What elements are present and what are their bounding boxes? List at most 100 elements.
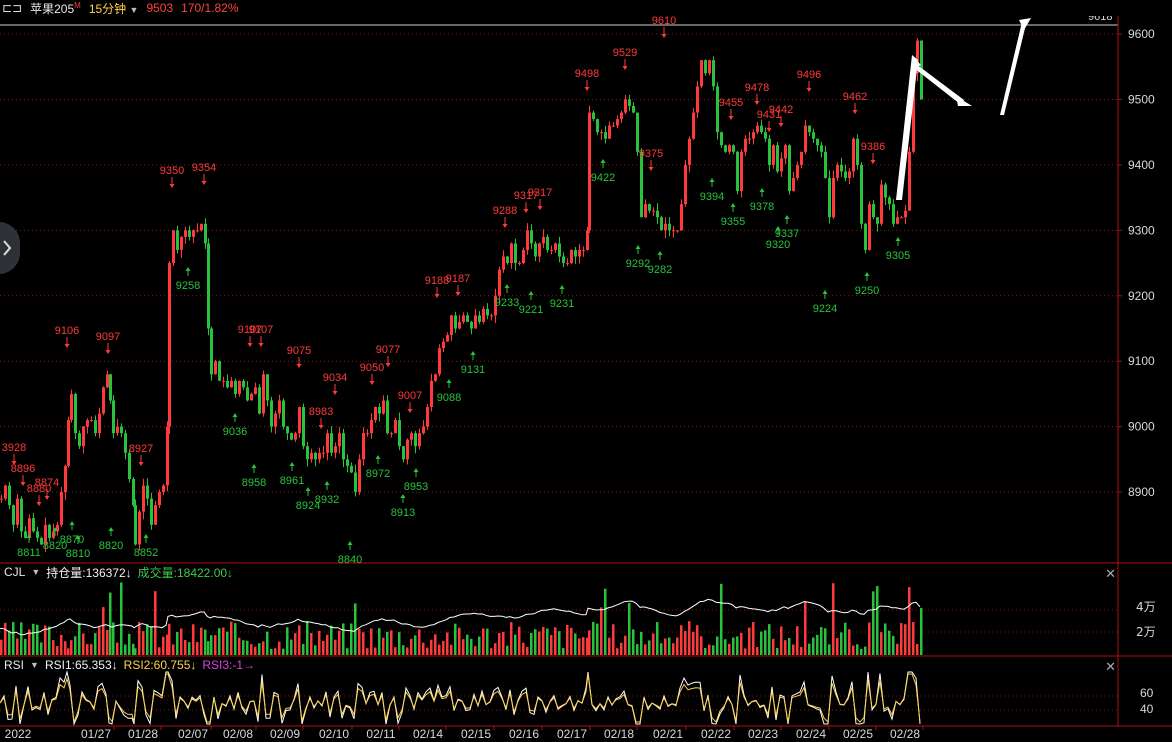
volume-bar [120, 582, 123, 655]
low-marker-arrowhead [784, 215, 790, 219]
volume-bar [680, 625, 683, 655]
volume-bar [310, 633, 313, 655]
chart-canvas: 39288896888088749106 909789279350 93549107… [0, 11, 1172, 741]
candle-body [446, 335, 449, 342]
volume-bar [226, 631, 229, 655]
candle-body [732, 145, 735, 152]
candle-body [306, 446, 309, 460]
candle-body [102, 387, 105, 414]
candle-body [502, 256, 505, 270]
volume-bar [712, 645, 715, 655]
caret-down-icon[interactable]: ▼ [30, 660, 39, 670]
candle-body [550, 249, 553, 251]
volume-bar [184, 639, 187, 655]
volume-bar [752, 622, 755, 655]
candle-body [109, 374, 112, 401]
volume-bar [628, 603, 631, 655]
candle-body [736, 151, 739, 192]
low-marker-label: 9221 [519, 304, 543, 316]
candle-body [36, 531, 39, 538]
candle-body [270, 400, 273, 427]
volume-bar [692, 631, 695, 655]
volume-bar [44, 625, 47, 655]
volume-bar [146, 624, 149, 655]
candle-body [856, 138, 859, 165]
volume-bar [374, 647, 377, 655]
volume-indicator-name[interactable]: CJL [4, 565, 25, 579]
period-selector[interactable]: 15分钟 ▼ [89, 0, 139, 17]
volume-bar [856, 644, 859, 655]
volume-bar [218, 628, 221, 655]
candle-body [226, 380, 229, 388]
caret-down-icon: ▼ [129, 4, 139, 15]
low-marker-arrowhead [822, 290, 828, 294]
price-change: 170/1.82% [181, 1, 239, 15]
high-marker-label: 9354 [192, 162, 216, 174]
volume-bar [180, 628, 183, 655]
rsi-indicator-name[interactable]: RSI [4, 658, 24, 672]
volume-bar [506, 645, 509, 655]
volume-bar [366, 648, 369, 655]
caret-down-icon[interactable]: ▼ [31, 567, 40, 577]
high-marker-label: 9529 [613, 47, 637, 59]
date-axis-label: 02/28 [890, 727, 920, 741]
volume-bar [604, 588, 607, 655]
volume-bar [748, 627, 751, 655]
close-volume-panel-icon[interactable]: ✕ [1105, 566, 1116, 582]
low-marker-label: 9250 [855, 285, 879, 297]
volume-bar [32, 623, 35, 655]
volume-bar [290, 639, 293, 655]
volume-bar [884, 623, 887, 655]
candle-body [278, 400, 281, 414]
high-marker-label: 9455 [719, 97, 743, 109]
candle-body [314, 452, 317, 460]
candle-body [98, 413, 101, 434]
candle-body [482, 308, 485, 322]
candle-body [94, 420, 97, 434]
volume-bar [600, 607, 603, 655]
candle-body [554, 243, 557, 250]
open-interest-value: 持仓量:136372↓ [46, 565, 132, 580]
low-marker-arrowhead [347, 541, 353, 545]
candle-body [24, 531, 27, 538]
candle-body [892, 204, 895, 224]
candle-body [402, 446, 405, 460]
window-switch-icon[interactable]: ⊏⊐ [2, 1, 22, 15]
volume-legend: CJL ▼ 持仓量:136372↓ 成交量:18422.00↓ [4, 564, 233, 580]
candle-body [214, 361, 217, 375]
candle-body [462, 315, 465, 322]
candle-body [740, 151, 743, 192]
candle-body [728, 145, 731, 152]
symbol-name[interactable]: 苹果205M [30, 0, 81, 17]
low-marker-label: 9131 [461, 364, 485, 376]
candle-body [808, 125, 811, 133]
candle-body [128, 452, 131, 479]
volume-bar [498, 633, 501, 655]
rsi-legend: RSI ▼ RSI1:65.353↓ RSI2:60.755↓ RSI3:-1→ [4, 657, 255, 673]
candle-body [234, 380, 237, 394]
candle-body [450, 315, 453, 336]
volume-bar [640, 631, 643, 655]
volume-bar [904, 624, 907, 655]
volume-bar [624, 635, 627, 655]
volume-bar [278, 641, 281, 655]
volume-bar [86, 644, 89, 655]
low-marker-label: 9355 [721, 216, 745, 228]
close-rsi-panel-icon[interactable]: ✕ [1105, 659, 1116, 675]
volume-bar [207, 641, 210, 655]
volume-bar [394, 647, 397, 655]
volume-bar [390, 630, 393, 655]
candle-body [64, 465, 67, 493]
candle-body [334, 446, 337, 453]
volume-bar [418, 629, 421, 655]
candle-body [624, 99, 627, 113]
candle-body [218, 361, 221, 381]
candle-body [644, 204, 647, 218]
low-marker-arrowhead [730, 203, 736, 207]
high-marker-arrowhead [434, 294, 440, 298]
high-marker-arrowhead [502, 224, 508, 228]
high-marker-label: 8983 [309, 406, 333, 418]
volume-bar [908, 587, 911, 655]
volume-bar [494, 643, 497, 655]
volume-bar [402, 645, 405, 655]
